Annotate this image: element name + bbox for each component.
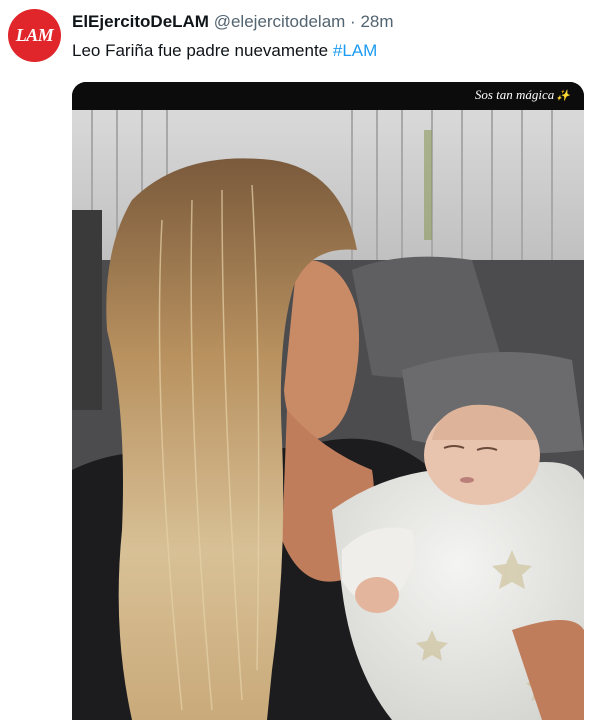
photo-mother-holding-newborn: [72, 110, 584, 720]
tweet[interactable]: LAM ElEjercitoDeLAM @elejercitodelam · 2…: [0, 0, 593, 720]
story-caption-text: Sos tan mágica: [474, 87, 555, 102]
avatar[interactable]: LAM: [8, 9, 61, 62]
user-handle[interactable]: @elejercitodelam: [214, 12, 346, 31]
tweet-header: ElEjercitoDeLAM @elejercitodelam · 28m: [72, 11, 394, 33]
tweet-media[interactable]: Sos tan mágica ✨: [72, 82, 584, 720]
separator-dot: ·: [350, 12, 356, 31]
hashtag-link[interactable]: #LAM: [333, 41, 377, 60]
display-name[interactable]: ElEjercitoDeLAM: [72, 12, 209, 31]
story-header-bar: Sos tan mágica ✨: [72, 82, 584, 110]
story-caption: Sos tan mágica ✨: [475, 87, 570, 103]
tweet-body: Leo Fariña fue padre nuevamente: [72, 41, 329, 60]
sparkle-icon: ✨: [556, 90, 570, 102]
tweet-text: Leo Fariña fue padre nuevamente #LAM: [72, 40, 377, 62]
timestamp[interactable]: 28m: [360, 12, 393, 31]
lam-logo: LAM: [15, 25, 54, 45]
